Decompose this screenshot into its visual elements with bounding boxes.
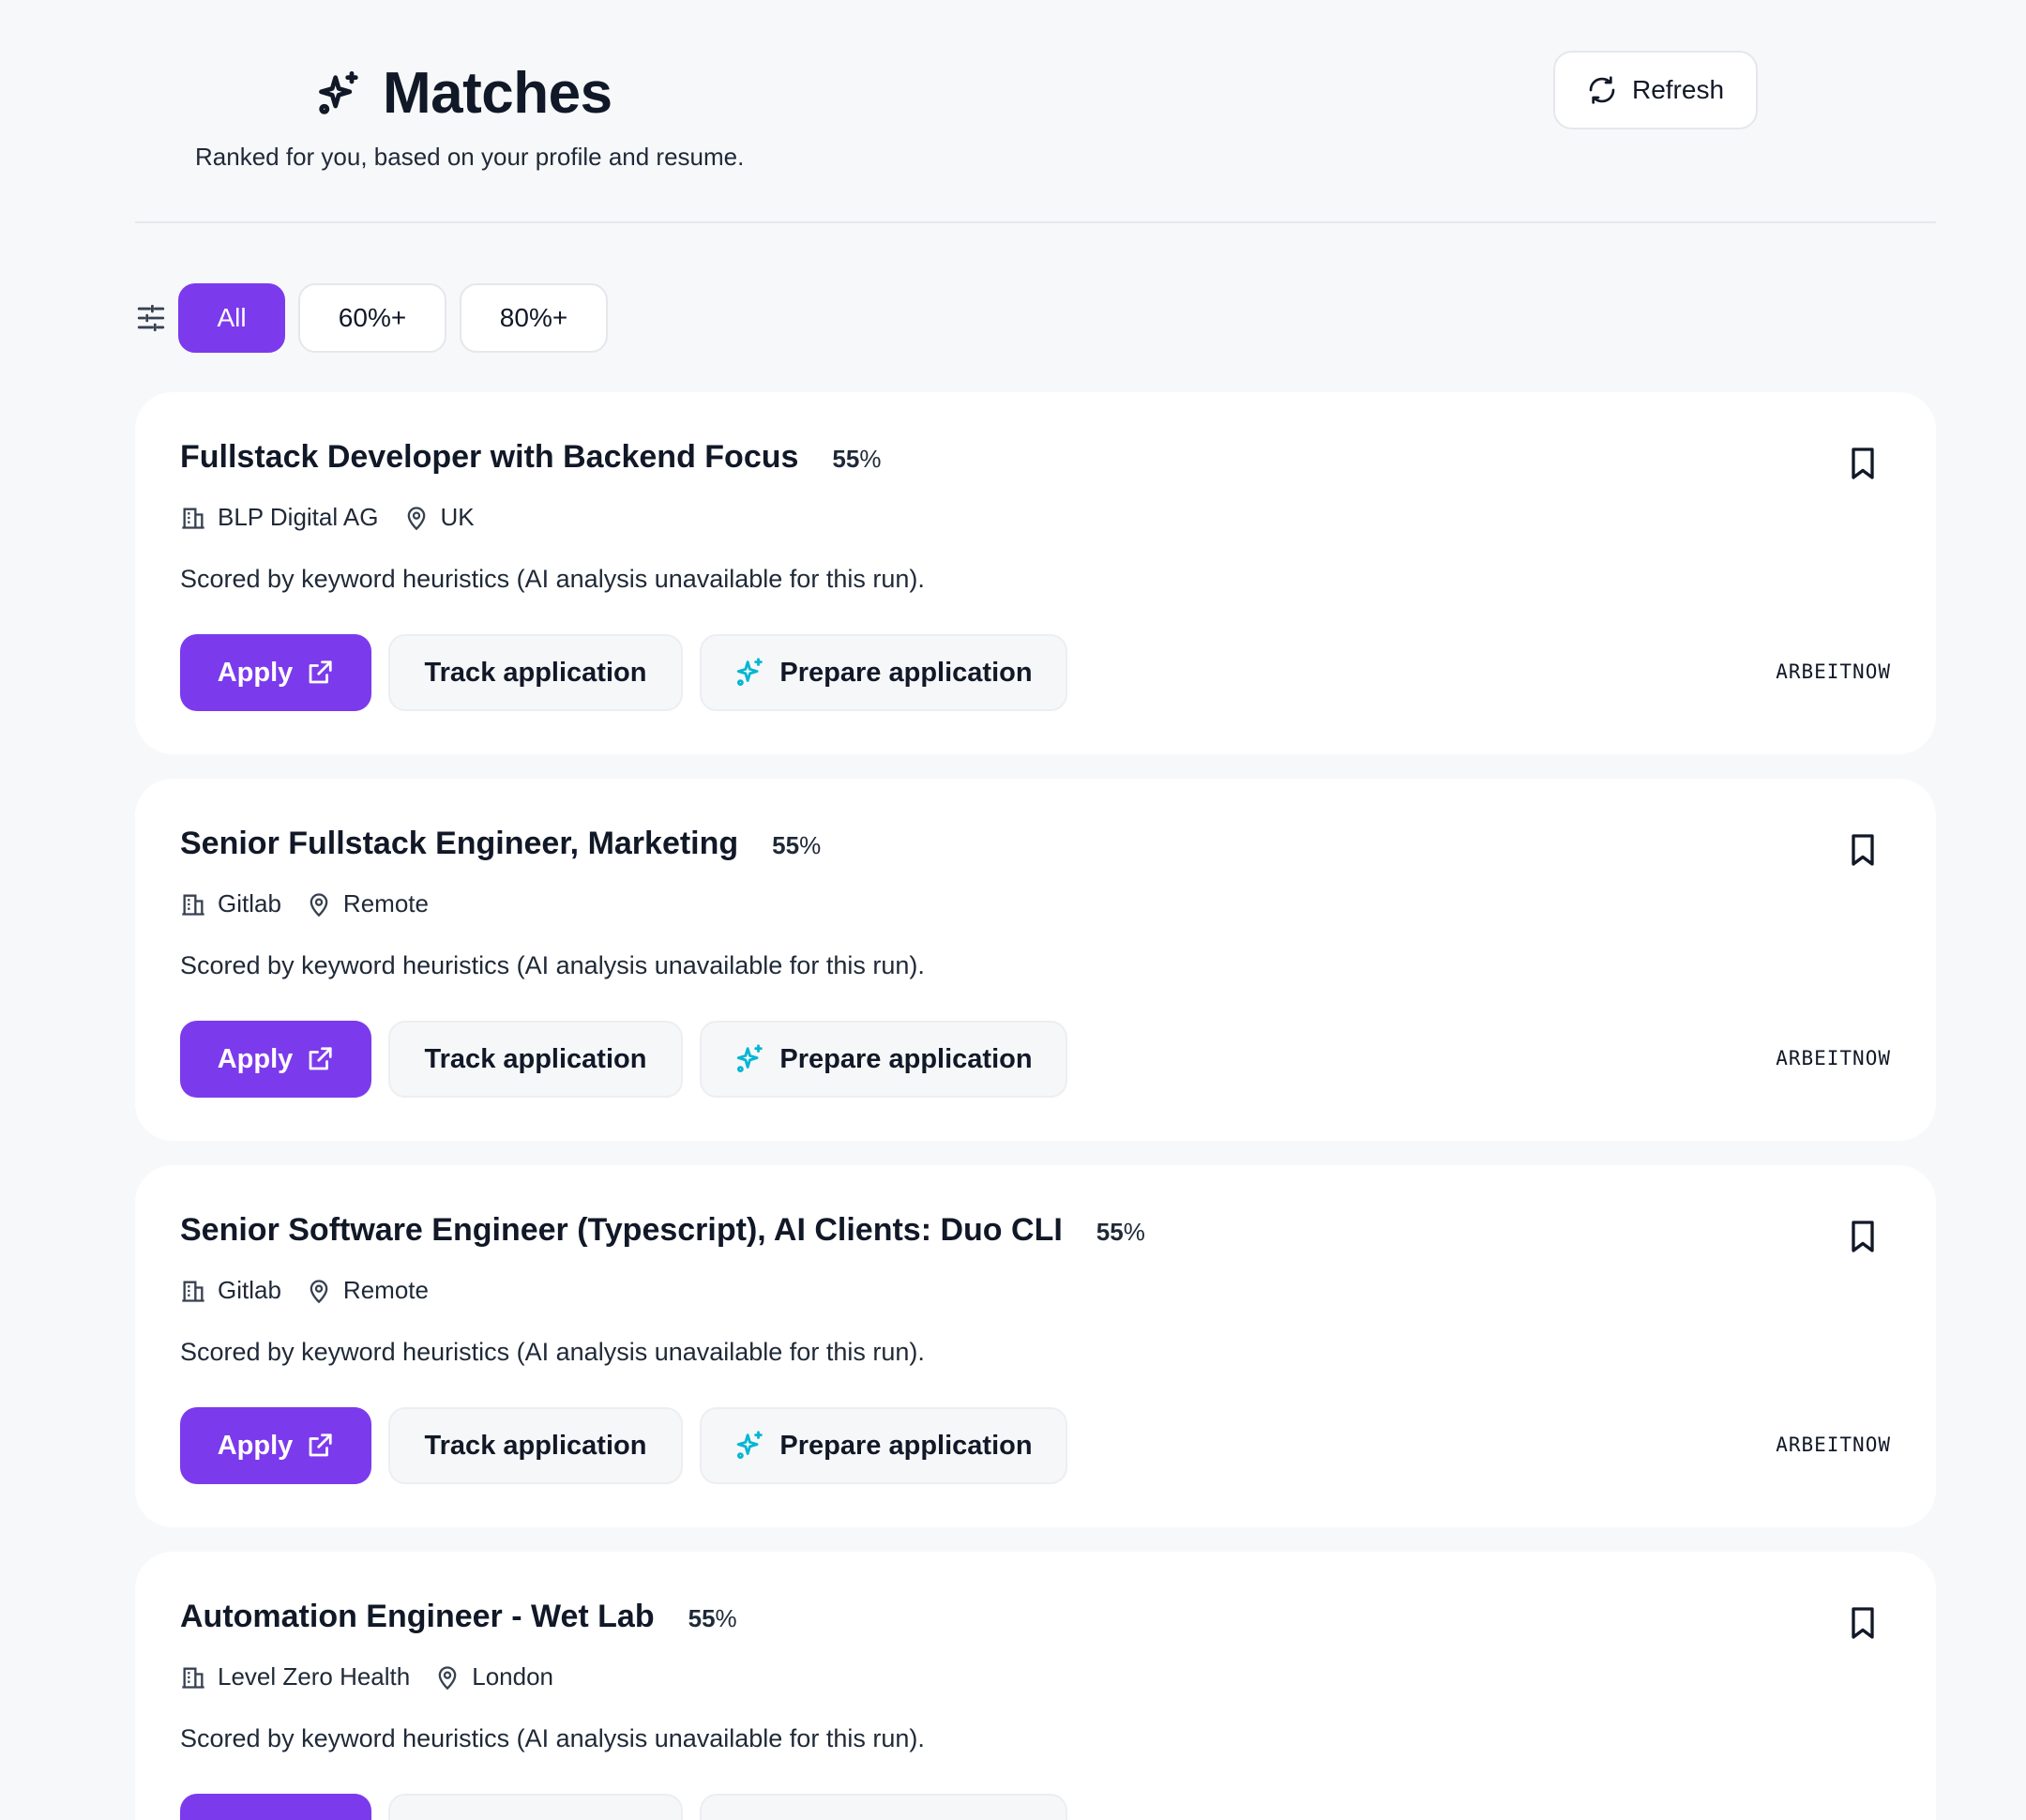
map-pin-icon <box>310 1279 328 1303</box>
job-meta: BLP Digital AG UK <box>180 503 475 532</box>
page-subtitle: Ranked for you, based on your profile an… <box>195 143 745 171</box>
match-summary: Scored by keyword heuristics (AI analysi… <box>180 951 925 979</box>
match-summary: Scored by keyword heuristics (AI analysi… <box>180 1338 925 1366</box>
job-title[interactable]: Automation Engineer - Wet Lab <box>180 1599 655 1635</box>
external-link-icon <box>309 1047 332 1070</box>
job-location: Remote <box>342 1276 429 1304</box>
company-name: Level Zero Health <box>218 1662 411 1691</box>
job-source: ARBEITNOW <box>1776 1047 1891 1069</box>
bookmark-icon[interactable] <box>1844 445 1882 482</box>
prepare-application-button[interactable]: Prepare application <box>700 634 1067 711</box>
match-score: 55% <box>1096 1218 1145 1246</box>
sliders-icon <box>137 304 165 332</box>
job-location: UK <box>440 503 475 531</box>
match-summary: Scored by keyword heuristics (AI analysi… <box>180 565 925 593</box>
track-application-button[interactable]: Track application <box>388 1407 683 1484</box>
company-name: Gitlab <box>218 1276 281 1304</box>
company-name: Gitlab <box>218 889 281 918</box>
external-link-icon <box>309 1433 332 1457</box>
job-meta: Gitlab Remote <box>180 889 429 918</box>
job-card: Fullstack Developer with Backend Focus 5… <box>135 392 1936 754</box>
job-card: Automation Engineer - Wet Lab 55% Level … <box>135 1552 1936 1820</box>
job-title[interactable]: Senior Fullstack Engineer, Marketing <box>180 826 738 862</box>
filter-all[interactable]: All <box>178 283 285 353</box>
job-card: Senior Software Engineer (Typescript), A… <box>135 1165 1936 1527</box>
job-meta: Gitlab Remote <box>180 1276 429 1305</box>
match-score: 55% <box>772 831 822 859</box>
map-pin-icon <box>407 506 425 530</box>
prepare-application-button[interactable]: Prepare application <box>700 1021 1067 1098</box>
bookmark-icon[interactable] <box>1844 1218 1882 1255</box>
apply-button[interactable] <box>180 1794 371 1820</box>
job-actions: Apply Track application Prepare applicat… <box>180 634 1067 711</box>
external-link-icon <box>309 660 332 684</box>
apply-button[interactable]: Apply <box>180 634 371 711</box>
sparkles-icon <box>737 1431 764 1460</box>
job-location: London <box>472 1662 553 1691</box>
sparkles-icon <box>319 70 358 114</box>
apply-button[interactable]: Apply <box>180 1407 371 1484</box>
job-actions <box>180 1794 1067 1820</box>
job-title[interactable]: Fullstack Developer with Backend Focus <box>180 439 798 476</box>
prepare-application-button[interactable] <box>700 1794 1067 1820</box>
job-location: Remote <box>342 889 429 918</box>
map-pin-icon <box>310 892 328 917</box>
job-actions: Apply Track application Prepare applicat… <box>180 1021 1067 1098</box>
job-source: ARBEITNOW <box>1776 660 1891 683</box>
building-icon <box>182 1667 204 1689</box>
match-score: 55% <box>688 1604 737 1632</box>
page-header: Matches Ranked for you, based on your pr… <box>135 38 1936 223</box>
score-filters: All 60%+ 80%+ <box>135 283 608 353</box>
track-application-button[interactable] <box>388 1794 683 1820</box>
refresh-button[interactable]: Refresh <box>1553 51 1758 129</box>
title-row: Matches <box>315 60 612 127</box>
prepare-application-button[interactable]: Prepare application <box>700 1407 1067 1484</box>
job-card: Senior Fullstack Engineer, Marketing 55%… <box>135 779 1936 1141</box>
matches-page: Matches Ranked for you, based on your pr… <box>0 0 2026 1820</box>
building-icon <box>182 508 204 529</box>
apply-button[interactable]: Apply <box>180 1021 371 1098</box>
map-pin-icon <box>438 1665 457 1690</box>
job-meta: Level Zero Health London <box>180 1662 553 1691</box>
sparkles-icon <box>737 1044 764 1073</box>
job-title[interactable]: Senior Software Engineer (Typescript), A… <box>180 1212 1063 1249</box>
page-title: Matches <box>383 61 612 126</box>
filter-60-plus[interactable]: 60%+ <box>298 283 446 353</box>
building-icon <box>182 894 204 916</box>
track-application-button[interactable]: Track application <box>388 1021 683 1098</box>
bookmark-icon[interactable] <box>1844 831 1882 869</box>
match-score: 55% <box>832 445 882 473</box>
building-icon <box>182 1281 204 1302</box>
sparkles-icon <box>737 658 764 687</box>
match-summary: Scored by keyword heuristics (AI analysi… <box>180 1724 925 1752</box>
track-application-button[interactable]: Track application <box>388 634 683 711</box>
company-name: BLP Digital AG <box>218 503 379 531</box>
refresh-icon <box>1589 76 1615 104</box>
refresh-label: Refresh <box>1631 75 1725 104</box>
bookmark-icon[interactable] <box>1844 1604 1882 1642</box>
job-actions: Apply Track application Prepare applicat… <box>180 1407 1067 1484</box>
job-source: ARBEITNOW <box>1776 1433 1891 1456</box>
filter-80-plus[interactable]: 80%+ <box>460 283 608 353</box>
